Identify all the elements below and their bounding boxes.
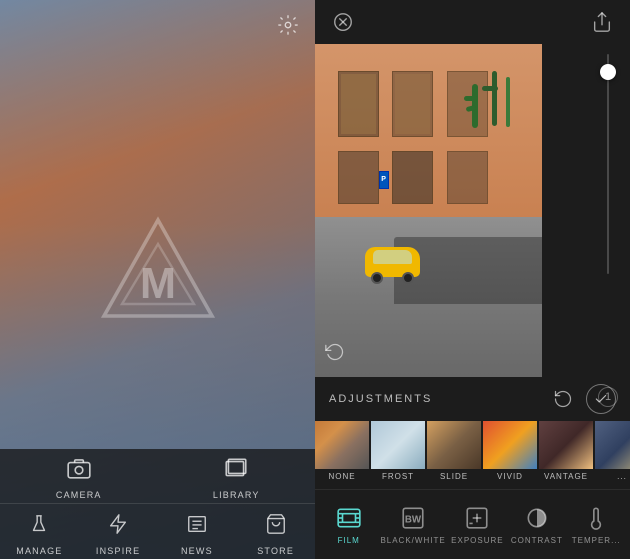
share-button[interactable]: [588, 8, 616, 36]
filter-none[interactable]: NONE: [315, 421, 369, 489]
nav-item-library[interactable]: LIBRARY: [158, 449, 316, 503]
bw-icon: BW: [399, 504, 427, 532]
svg-text:M: M: [140, 260, 176, 308]
nav-item-store[interactable]: STORE: [236, 504, 315, 559]
temperature-label: TEMPER...: [572, 536, 621, 545]
right-panel: P 1 ADJUSTMENTS: [315, 0, 630, 559]
photo-container: P: [315, 44, 542, 377]
lightning-icon: [102, 508, 134, 540]
inspire-label: INSPIRE: [96, 546, 140, 556]
exposure-slider-track: 1: [586, 44, 630, 377]
newspaper-icon: [181, 508, 213, 540]
filter-slide[interactable]: SLIDE: [427, 421, 481, 489]
tool-temperature[interactable]: TEMPER...: [567, 498, 626, 551]
rotate-icon[interactable]: [325, 342, 345, 367]
contrast-label: CONTRAST: [511, 536, 563, 545]
nav-item-inspire[interactable]: INSPIRE: [79, 504, 158, 559]
tool-contrast[interactable]: CONTRAST: [507, 498, 566, 551]
left-panel: M CAMERA: [0, 0, 315, 559]
film-label: FILM: [338, 536, 360, 545]
tool-exposure[interactable]: EXPOSURE: [448, 498, 507, 551]
film-icon: [335, 504, 363, 532]
library-icon: [220, 452, 252, 484]
news-label: NEWS: [181, 546, 213, 556]
filter-extra[interactable]: ...: [595, 421, 630, 489]
tool-film[interactable]: FILM: [319, 498, 378, 551]
flask-icon: [23, 508, 55, 540]
exposure-label: EXPOSURE: [451, 536, 503, 545]
adjustments-bar: ADJUSTMENTS: [315, 377, 630, 421]
undo-button[interactable]: [548, 384, 578, 414]
filter-vantage[interactable]: VANTAGE: [539, 421, 593, 489]
manage-label: MANAGE: [16, 546, 62, 556]
slider-value: 1: [598, 387, 618, 407]
tool-bw[interactable]: BW BLACK/WHITE: [378, 498, 447, 551]
slider-line[interactable]: [607, 54, 609, 274]
contrast-icon: [523, 504, 551, 532]
app-logo: M: [98, 208, 218, 328]
nav-item-news[interactable]: NEWS: [158, 504, 237, 559]
camera-label: CAMERA: [56, 490, 102, 500]
svg-text:BW: BW: [405, 514, 422, 525]
temperature-icon: [582, 504, 610, 532]
nav-item-manage[interactable]: MANAGE: [0, 504, 79, 559]
right-top-bar: [315, 0, 630, 44]
slider-thumb[interactable]: [600, 64, 616, 80]
nav-item-camera[interactable]: CAMERA: [0, 449, 158, 503]
image-area: P 1: [315, 44, 630, 377]
store-label: STORE: [257, 546, 294, 556]
filter-vivid[interactable]: VIVID: [483, 421, 537, 489]
filter-strip: NONE FROST SLIDE VIVID VANTAGE ...: [315, 421, 630, 489]
close-button[interactable]: [329, 8, 357, 36]
tool-bar: FILM BW BLACK/WHITE EXPOSURE: [315, 489, 630, 559]
photo-scene: P: [315, 44, 542, 377]
adjustments-label: ADJUSTMENTS: [329, 393, 548, 405]
bw-label: BLACK/WHITE: [380, 536, 445, 545]
cart-icon: [260, 508, 292, 540]
filter-frost[interactable]: FROST: [371, 421, 425, 489]
bottom-nav: CAMERA LIBRARY MANAGE: [0, 449, 315, 559]
settings-icon[interactable]: [277, 14, 301, 38]
exposure-icon: [463, 504, 491, 532]
camera-icon: [63, 452, 95, 484]
library-label: LIBRARY: [213, 490, 260, 500]
